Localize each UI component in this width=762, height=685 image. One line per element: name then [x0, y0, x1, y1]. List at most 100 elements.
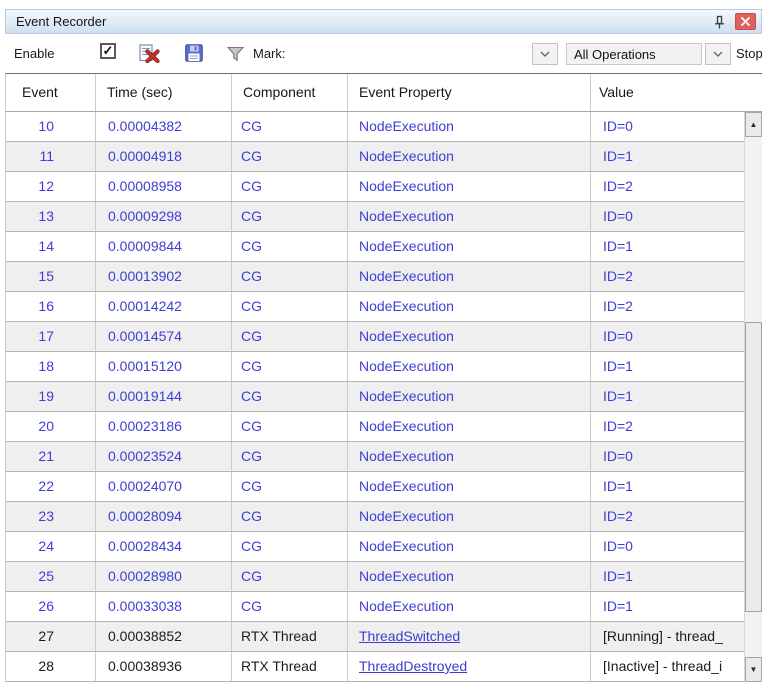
- table-row[interactable]: 100.00004382CGNodeExecutionID=0: [6, 112, 744, 142]
- cell-event: 16: [6, 292, 96, 321]
- table-row[interactable]: 230.00028094CGNodeExecutionID=2: [6, 502, 744, 532]
- chevron-down-icon: [540, 51, 550, 57]
- table-row[interactable]: 270.00038852RTX ThreadThreadSwitched[Run…: [6, 622, 744, 652]
- cell-event: 18: [6, 352, 96, 381]
- cell-event: 15: [6, 262, 96, 291]
- cell-value: ID=1: [591, 592, 744, 621]
- panel-title: Event Recorder: [16, 14, 710, 29]
- operations-dropdown-button[interactable]: [705, 43, 731, 65]
- close-button[interactable]: [735, 13, 756, 30]
- cell-value: ID=1: [591, 562, 744, 591]
- table-row[interactable]: 150.00013902CGNodeExecutionID=2: [6, 262, 744, 292]
- table-row[interactable]: 170.00014574CGNodeExecutionID=0: [6, 322, 744, 352]
- cell-time: 0.00023524: [96, 442, 232, 471]
- cell-event: 20: [6, 412, 96, 441]
- event-property-link[interactable]: ThreadSwitched: [359, 628, 460, 644]
- table-row[interactable]: 260.00033038CGNodeExecutionID=1: [6, 592, 744, 622]
- cell-component: CG: [232, 262, 348, 291]
- cell-event: 21: [6, 442, 96, 471]
- clear-events-button[interactable]: [139, 44, 160, 68]
- cell-event: 25: [6, 562, 96, 591]
- table-row[interactable]: 220.00024070CGNodeExecutionID=1: [6, 472, 744, 502]
- cell-value: ID=1: [591, 472, 744, 501]
- cell-time: 0.00004918: [96, 142, 232, 171]
- table-row[interactable]: 140.00009844CGNodeExecutionID=1: [6, 232, 744, 262]
- table-row[interactable]: 190.00019144CGNodeExecutionID=1: [6, 382, 744, 412]
- scroll-up-button[interactable]: ▲: [745, 112, 762, 137]
- cell-time: 0.00015120: [96, 352, 232, 381]
- table-row[interactable]: 160.00014242CGNodeExecutionID=2: [6, 292, 744, 322]
- stop-label: Stop: [736, 46, 762, 61]
- cell-value: ID=0: [591, 202, 744, 231]
- cell-time: 0.00013902: [96, 262, 232, 291]
- cell-time: 0.00038852: [96, 622, 232, 651]
- operations-filter-select[interactable]: All Operations: [566, 43, 702, 65]
- cell-event: 14: [6, 232, 96, 261]
- cell-property: NodeExecution: [348, 382, 591, 411]
- cell-component: CG: [232, 532, 348, 561]
- cell-value: ID=0: [591, 112, 744, 141]
- cell-component: CG: [232, 472, 348, 501]
- event-property-link[interactable]: ThreadDestroyed: [359, 658, 467, 674]
- enable-checkbox[interactable]: ✓: [100, 43, 116, 59]
- cell-value: [Inactive] - thread_i: [591, 652, 744, 681]
- titlebar[interactable]: Event Recorder: [5, 9, 762, 34]
- cell-property: NodeExecution: [348, 562, 591, 591]
- cell-component: CG: [232, 502, 348, 531]
- cell-property: NodeExecution: [348, 502, 591, 531]
- cell-property: NodeExecution: [348, 532, 591, 561]
- check-icon: ✓: [103, 44, 114, 57]
- save-button[interactable]: [185, 44, 203, 67]
- column-header-time: Time (sec): [96, 74, 232, 111]
- cell-event: 23: [6, 502, 96, 531]
- table-row[interactable]: 130.00009298CGNodeExecutionID=0: [6, 202, 744, 232]
- column-header-event-property: Event Property: [348, 74, 591, 111]
- cell-property: NodeExecution: [348, 592, 591, 621]
- cell-property: ThreadDestroyed: [348, 652, 591, 681]
- cell-time: 0.00033038: [96, 592, 232, 621]
- table-row[interactable]: 120.00008958CGNodeExecutionID=2: [6, 172, 744, 202]
- mark-input[interactable]: [305, 43, 532, 65]
- table-row[interactable]: 240.00028434CGNodeExecutionID=0: [6, 532, 744, 562]
- clear-events-icon: [139, 44, 160, 63]
- filter-button[interactable]: [226, 46, 245, 67]
- cell-event: 27: [6, 622, 96, 651]
- cell-component: CG: [232, 412, 348, 441]
- cell-value: ID=2: [591, 502, 744, 531]
- cell-property: NodeExecution: [348, 112, 591, 141]
- cell-event: 12: [6, 172, 96, 201]
- cell-event: 17: [6, 322, 96, 351]
- cell-component: CG: [232, 442, 348, 471]
- cell-value: ID=0: [591, 322, 744, 351]
- cell-property: NodeExecution: [348, 142, 591, 171]
- cell-component: RTX Thread: [232, 652, 348, 681]
- mark-dropdown-button[interactable]: [532, 43, 558, 65]
- cell-value: [Running] - thread_: [591, 622, 744, 651]
- table-row[interactable]: 280.00038936RTX ThreadThreadDestroyed[In…: [6, 652, 744, 682]
- scroll-down-button[interactable]: ▼: [745, 657, 762, 682]
- cell-time: 0.00009298: [96, 202, 232, 231]
- cell-event: 19: [6, 382, 96, 411]
- cell-component: CG: [232, 562, 348, 591]
- table-row[interactable]: 200.00023186CGNodeExecutionID=2: [6, 412, 744, 442]
- cell-event: 13: [6, 202, 96, 231]
- cell-time: 0.00024070: [96, 472, 232, 501]
- table-row[interactable]: 110.00004918CGNodeExecutionID=1: [6, 142, 744, 172]
- cell-property: NodeExecution: [348, 232, 591, 261]
- table-row[interactable]: 250.00028980CGNodeExecutionID=1: [6, 562, 744, 592]
- cell-value: ID=1: [591, 352, 744, 381]
- scrollbar-thumb[interactable]: [745, 322, 762, 612]
- cell-value: ID=2: [591, 262, 744, 291]
- cell-component: CG: [232, 592, 348, 621]
- operations-filter-value: All Operations: [574, 47, 656, 62]
- cell-event: 24: [6, 532, 96, 561]
- pin-icon[interactable]: [710, 13, 728, 31]
- column-header-value: Value: [591, 74, 762, 111]
- cell-event: 10: [6, 112, 96, 141]
- table-row[interactable]: 180.00015120CGNodeExecutionID=1: [6, 352, 744, 382]
- vertical-scrollbar[interactable]: ▲ ▼: [744, 112, 762, 682]
- cell-time: 0.00023186: [96, 412, 232, 441]
- table-row[interactable]: 210.00023524CGNodeExecutionID=0: [6, 442, 744, 472]
- cell-property: NodeExecution: [348, 202, 591, 231]
- cell-property: NodeExecution: [348, 352, 591, 381]
